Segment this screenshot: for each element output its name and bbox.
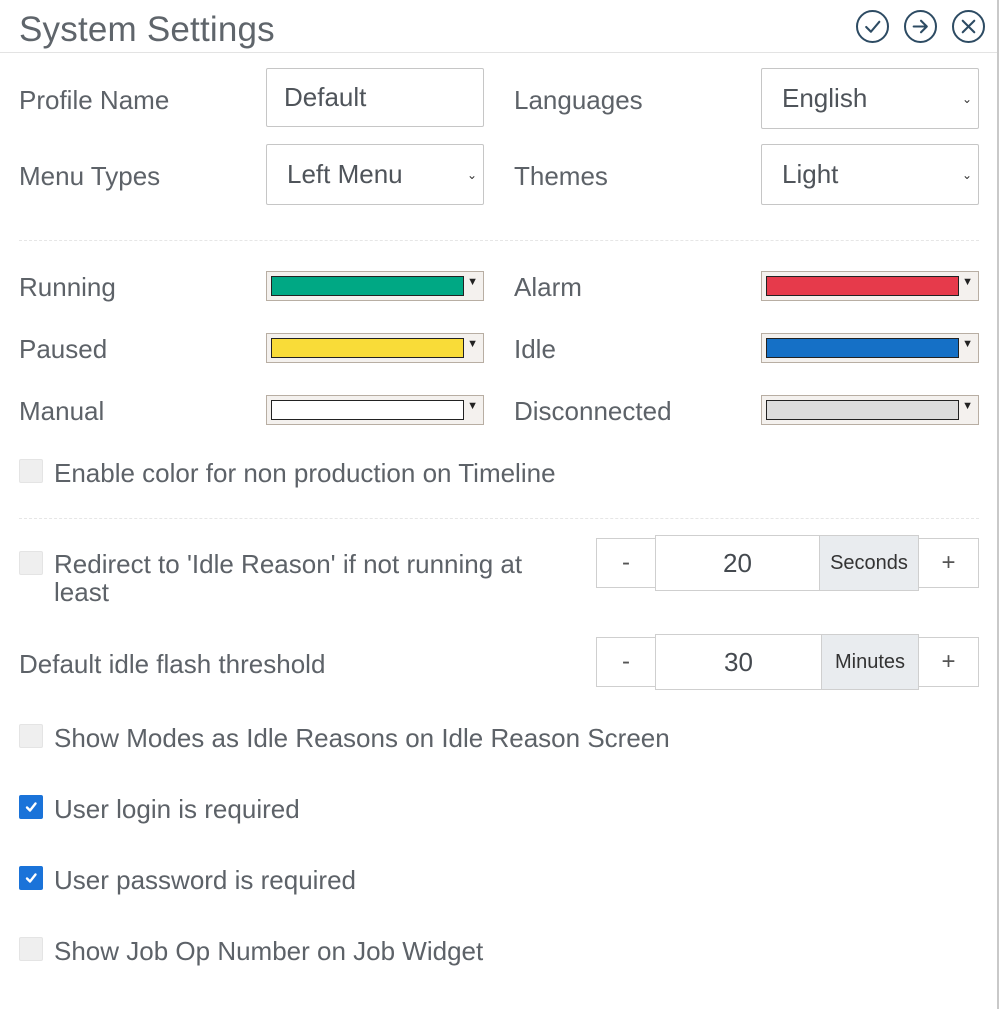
idle-flash-label: Default idle flash threshold — [19, 649, 326, 679]
redirect-idle-stepper: - 20 Seconds + — [596, 535, 979, 591]
idle-flash-value-input[interactable]: 30 — [655, 634, 822, 690]
checkmark-icon — [25, 873, 37, 883]
password-required-label: User password is required — [54, 865, 357, 895]
languages-selected-value: English — [782, 83, 868, 113]
running-label: Running — [19, 272, 116, 302]
show-modes-label: Show Modes as Idle Reasons on Idle Reaso… — [54, 723, 670, 753]
caret-down-icon: ▼ — [467, 276, 478, 288]
login-required-checkbox[interactable] — [19, 795, 43, 819]
page-title: System Settings — [19, 10, 275, 49]
minutes-unit-label: Minutes — [821, 634, 919, 690]
show-job-op-checkbox[interactable] — [19, 937, 43, 961]
languages-label: Languages — [514, 85, 643, 115]
seconds-unit-label: Seconds — [819, 535, 919, 591]
idle-label: Idle — [514, 334, 556, 364]
manual-color-swatch — [271, 400, 464, 420]
disconnected-color-picker[interactable]: ▼ — [761, 395, 979, 425]
increment-button[interactable]: + — [918, 637, 979, 687]
password-required-checkbox[interactable] — [19, 866, 43, 890]
themes-select[interactable]: Light ⌄ — [761, 144, 979, 205]
caret-down-icon: ▼ — [962, 400, 973, 412]
paused-color-picker[interactable]: ▼ — [266, 333, 484, 363]
chevron-down-icon: ⌄ — [961, 91, 972, 106]
idle-color-swatch — [766, 338, 959, 358]
close-button[interactable] — [952, 10, 985, 43]
confirm-button[interactable] — [856, 10, 889, 43]
system-settings-panel: System Settings Profile Name Default Lan… — [0, 0, 999, 1009]
redirect-idle-checkbox[interactable] — [19, 551, 43, 575]
themes-label: Themes — [514, 161, 608, 191]
caret-down-icon: ▼ — [467, 338, 478, 350]
disconnected-color-swatch — [766, 400, 959, 420]
running-color-swatch — [271, 276, 464, 296]
checkmark-icon — [25, 802, 37, 812]
check-circle-icon — [865, 20, 881, 33]
title-divider — [0, 52, 997, 53]
profile-name-label: Profile Name — [19, 85, 170, 115]
alarm-color-swatch — [766, 276, 959, 296]
chevron-down-icon: ⌄ — [961, 167, 972, 182]
section-divider — [19, 240, 979, 241]
languages-select[interactable]: English ⌄ — [761, 68, 979, 129]
idle-color-picker[interactable]: ▼ — [761, 333, 979, 363]
redirect-idle-value-input[interactable]: 20 — [655, 535, 820, 591]
login-required-label: User login is required — [54, 794, 300, 824]
show-job-op-label: Show Job Op Number on Job Widget — [54, 936, 484, 966]
next-button[interactable] — [904, 10, 937, 43]
profile-name-input[interactable]: Default — [266, 68, 484, 127]
menu-types-selected-value: Left Menu — [287, 159, 403, 189]
manual-label: Manual — [19, 396, 105, 426]
disconnected-label: Disconnected — [514, 396, 672, 426]
decrement-button[interactable]: - — [596, 538, 656, 588]
show-modes-checkbox[interactable] — [19, 724, 43, 748]
running-color-picker[interactable]: ▼ — [266, 271, 484, 301]
themes-selected-value: Light — [782, 159, 839, 189]
idle-flash-stepper: - 30 Minutes + — [596, 634, 979, 690]
redirect-idle-label: Redirect to 'Idle Reason' if not running… — [54, 549, 523, 607]
close-circle-icon — [961, 19, 976, 34]
arrow-right-circle-icon — [912, 19, 928, 34]
caret-down-icon: ▼ — [962, 276, 973, 288]
caret-down-icon: ▼ — [962, 338, 973, 350]
decrement-button[interactable]: - — [596, 637, 656, 687]
alarm-color-picker[interactable]: ▼ — [761, 271, 979, 301]
paused-color-swatch — [271, 338, 464, 358]
enable-color-timeline-label: Enable color for non production on Timel… — [54, 458, 556, 488]
caret-down-icon: ▼ — [467, 400, 478, 412]
menu-types-select[interactable]: Left Menu ⌄ — [266, 144, 484, 205]
enable-color-timeline-checkbox[interactable] — [19, 459, 43, 483]
manual-color-picker[interactable]: ▼ — [266, 395, 484, 425]
chevron-down-icon: ⌄ — [466, 167, 477, 182]
section-divider — [19, 518, 979, 519]
paused-label: Paused — [19, 334, 108, 364]
increment-button[interactable]: + — [918, 538, 979, 588]
alarm-label: Alarm — [514, 272, 582, 302]
menu-types-label: Menu Types — [19, 161, 161, 191]
